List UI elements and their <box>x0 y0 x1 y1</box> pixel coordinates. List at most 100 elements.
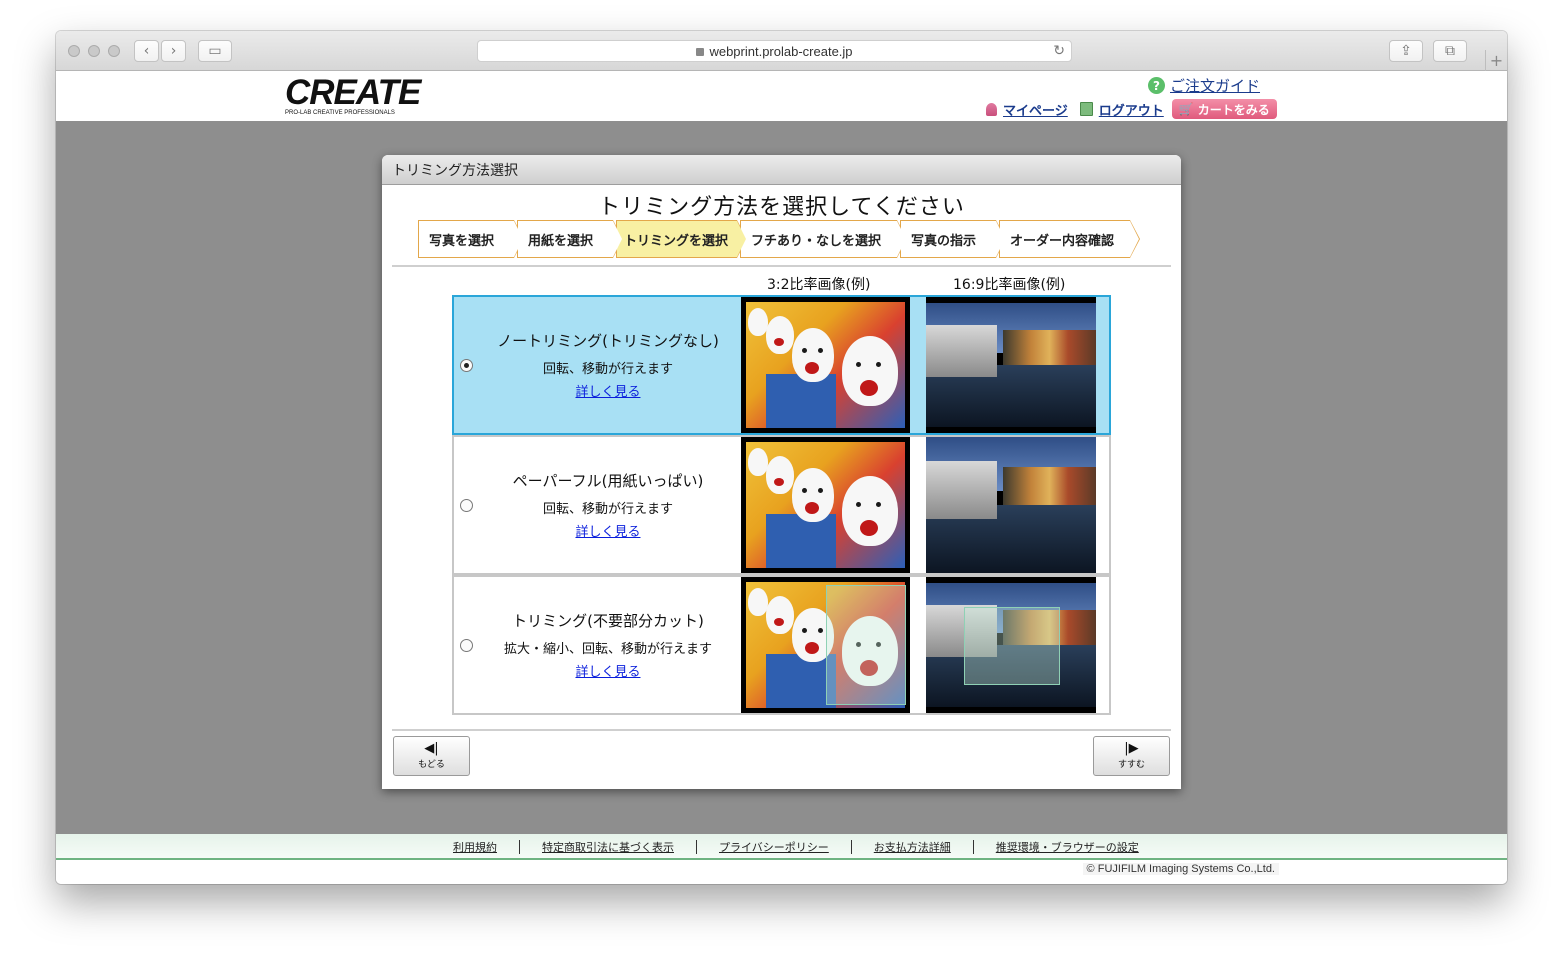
footer-links: 利用規約 特定商取引法に基づく表示 プライバシーポリシー お支払方法詳細 推奨環… <box>431 839 1161 855</box>
option-title: トリミング(不要部分カット) <box>512 612 704 630</box>
option-title: ペーパーフル(用紙いっぱい) <box>512 472 704 490</box>
step-label: フチあり・なしを選択 <box>751 233 882 249</box>
step-label: トリミングを選択 <box>624 233 729 249</box>
reload-icon[interactable]: ↻ <box>1053 42 1065 59</box>
copyright-text: FUJIFILM Imaging Systems Co.,Ltd. <box>1097 863 1275 875</box>
step-photo-instructions: 写真の指示 <box>900 220 1006 258</box>
logo-subtitle: PRO-LAB CREATIVE PROFESSIONALS <box>285 110 395 116</box>
trimming-options: ノートリミング(トリミングなし) 回転、移動が行えます 詳しく見る ペーパーフル… <box>452 295 1111 715</box>
share-button[interactable]: ⇪ <box>1389 40 1423 62</box>
step-label: 用紙を選択 <box>528 233 594 249</box>
forward-nav-button[interactable]: › <box>161 40 186 62</box>
commerce-law-link[interactable]: 特定商取引法に基づく表示 <box>520 839 696 855</box>
sidebar-toggle-button[interactable]: ▭ <box>198 40 232 62</box>
copyright: © FUJIFILM Imaging Systems Co.,Ltd. <box>1082 863 1279 875</box>
next-button[interactable]: |▶ すすむ <box>1093 736 1170 776</box>
address-bar[interactable]: webprint.prolab-create.jp ↻ <box>477 40 1072 62</box>
content-area: トリミング方法選択 トリミング方法を選択してください 写真を選択 用紙を選択 ト… <box>56 121 1507 834</box>
details-link[interactable]: 詳しく見る <box>575 661 640 680</box>
logout-link[interactable]: ログアウト <box>1099 100 1164 119</box>
step-label: 写真を選択 <box>429 233 495 249</box>
details-link[interactable]: 詳しく見る <box>575 521 640 540</box>
user-icon <box>986 102 997 116</box>
step-select-trimming: トリミングを選択 <box>616 220 747 258</box>
crop-frame <box>826 585 906 705</box>
next-arrow-icon: |▶ <box>1124 741 1139 756</box>
browser-window: ‹ › ▭ webprint.prolab-create.jp ↻ ⇪ ⧉ + … <box>56 31 1507 884</box>
dialog-title: トリミング方法選択 <box>382 155 1181 185</box>
step-select-paper: 用紙を選択 <box>517 220 623 258</box>
browser-toolbar: ‹ › ▭ webprint.prolab-create.jp ↻ ⇪ ⧉ + <box>56 31 1507 71</box>
option-text: トリミング(不要部分カット) 拡大・縮小、回転、移動が行えます 詳しく見る <box>474 607 742 680</box>
option-text: ノートリミング(トリミングなし) 回転、移動が行えます 詳しく見る <box>474 327 742 400</box>
order-guide[interactable]: ? ご注文ガイド <box>1148 75 1260 96</box>
option-paper-full[interactable]: ペーパーフル(用紙いっぱい) 回転、移動が行えます 詳しく見る <box>452 435 1111 575</box>
view-cart-button[interactable]: 🛒 カートをみる <box>1171 99 1277 119</box>
step-order-confirm: オーダー内容確認 <box>999 220 1140 258</box>
example-image-16-9 <box>926 577 1096 713</box>
plus-icon: + <box>1489 51 1504 70</box>
harbor-photo <box>926 303 1096 427</box>
logo-text: CREATE <box>285 73 421 112</box>
back-label: もどる <box>418 760 445 770</box>
logout-icon <box>1079 102 1093 116</box>
option-description: 回転、移動が行えます <box>542 502 673 517</box>
example-image-3-2 <box>741 437 910 573</box>
option-title: ノートリミング(トリミングなし) <box>497 332 719 350</box>
terms-link[interactable]: 利用規約 <box>431 839 519 855</box>
site-header: CREATE PRO-LAB CREATIVE PROFESSIONALS ? … <box>56 71 1507 121</box>
url-text: webprint.prolab-create.jp <box>709 43 853 59</box>
tabs-icon: ⧉ <box>1445 43 1455 59</box>
example-image-3-2 <box>741 297 910 433</box>
view-cart-label: カートをみる <box>1197 102 1270 117</box>
share-icon: ⇪ <box>1400 43 1412 59</box>
step-select-photo: 写真を選択 <box>418 220 524 258</box>
zoom-window-button[interactable] <box>108 45 120 57</box>
create-logo[interactable]: CREATE PRO-LAB CREATIVE PROFESSIONALS <box>285 73 421 116</box>
chevron-right-icon: › <box>170 43 177 59</box>
crop-frame <box>964 607 1060 685</box>
new-tab-button[interactable]: + <box>1485 50 1507 71</box>
header-links: マイページ ログアウト 🛒 カートをみる <box>986 99 1277 119</box>
order-guide-link[interactable]: ご注文ガイド <box>1170 75 1260 96</box>
example-image-16-9 <box>926 297 1096 433</box>
step-label: 写真の指示 <box>911 233 977 249</box>
progress-steps: 写真を選択 用紙を選択 トリミングを選択 フチあり・なしを選択 写真の指示 オー… <box>418 220 1140 258</box>
recommended-env-link[interactable]: 推奨環境・ブラウザーの設定 <box>974 839 1161 855</box>
example-image-3-2 <box>741 577 910 713</box>
option-text: ペーパーフル(用紙いっぱい) 回転、移動が行えます 詳しく見る <box>474 467 742 540</box>
details-link[interactable]: 詳しく見る <box>575 381 640 400</box>
trimming-dialog: トリミング方法選択 トリミング方法を選択してください 写真を選択 用紙を選択 ト… <box>382 155 1181 789</box>
dialog-heading: トリミング方法を選択してください <box>598 195 965 220</box>
column-header-16-9: 16:9比率画像(例) <box>953 277 1066 293</box>
option-description: 回転、移動が行えます <box>542 362 673 377</box>
step-select-border: フチあり・なしを選択 <box>740 220 907 258</box>
minimize-window-button[interactable] <box>88 45 100 57</box>
radio-trimming-cut[interactable] <box>460 639 473 652</box>
column-header-3-2: 3:2比率画像(例) <box>767 277 871 293</box>
option-trimming-cut[interactable]: トリミング(不要部分カット) 拡大・縮小、回転、移動が行えます 詳しく見る <box>452 575 1111 715</box>
help-icon: ? <box>1148 77 1165 94</box>
back-button[interactable]: ◀| もどる <box>393 736 470 776</box>
option-no-trimming[interactable]: ノートリミング(トリミングなし) 回転、移動が行えます 詳しく見る <box>452 295 1111 435</box>
payment-details-link[interactable]: お支払方法詳細 <box>852 839 973 855</box>
mypage-link[interactable]: マイページ <box>1003 100 1068 119</box>
radio-paper-full[interactable] <box>460 499 473 512</box>
step-label: オーダー内容確認 <box>1010 233 1115 249</box>
next-label: すすむ <box>1117 760 1145 770</box>
back-nav-button[interactable]: ‹ <box>134 40 159 62</box>
close-window-button[interactable] <box>68 45 80 57</box>
privacy-policy-link[interactable]: プライバシーポリシー <box>697 839 851 855</box>
copyright-icon: © <box>1086 863 1095 875</box>
divider-top <box>392 265 1171 267</box>
lock-icon <box>696 48 705 56</box>
tabs-overview-button[interactable]: ⧉ <box>1433 40 1467 62</box>
divider-bottom <box>392 729 1171 731</box>
clown-photo <box>746 302 905 428</box>
site-footer: 利用規約 特定商取引法に基づく表示 プライバシーポリシー お支払方法詳細 推奨環… <box>56 834 1507 884</box>
sidebar-icon: ▭ <box>208 43 222 59</box>
clown-photo <box>746 442 905 568</box>
radio-no-trimming[interactable] <box>460 359 473 372</box>
example-image-16-9 <box>926 437 1096 573</box>
cart-icon: 🛒 <box>1178 102 1194 116</box>
